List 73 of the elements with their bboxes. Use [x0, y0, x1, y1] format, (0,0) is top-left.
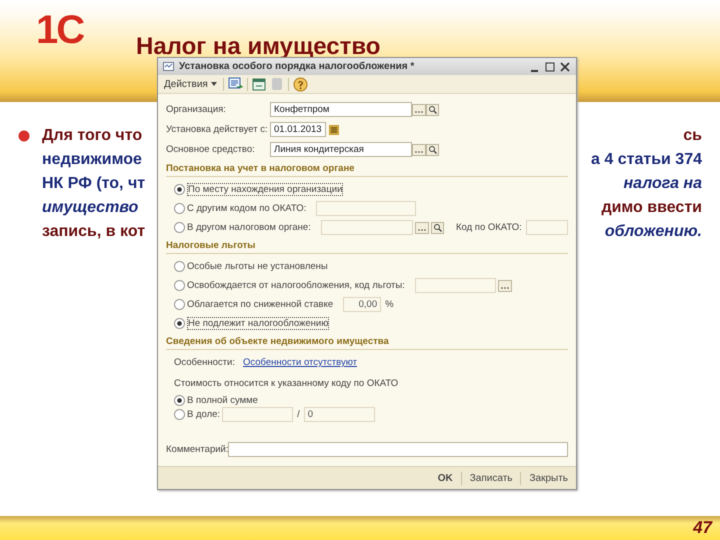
- input-field[interactable]: Линия кондитерская: [270, 142, 412, 157]
- slide-text: сь: [683, 126, 702, 146]
- option-label: Освобождается от налогообложения, код льготы:: [187, 280, 405, 291]
- radio-button[interactable]: [174, 318, 185, 329]
- slide-text: обложению.: [604, 222, 702, 242]
- option-label: Облагается по сниженной ставке: [187, 299, 334, 310]
- input-field[interactable]: 0,00: [343, 297, 382, 312]
- section-title: Налоговые льготы: [166, 237, 568, 254]
- search-icon[interactable]: [431, 222, 444, 234]
- field-label: Установка действует с:: [166, 124, 269, 135]
- option-label: В доле:: [187, 408, 220, 420]
- field-label: Комментарий:: [166, 444, 228, 455]
- slide-text: недвижимое: [42, 150, 142, 170]
- radio-button[interactable]: [174, 222, 185, 233]
- window-title: Установка особого порядка налогообложения *: [179, 61, 414, 72]
- option-label: В другом налоговом органе:: [187, 222, 311, 233]
- dialog-button[interactable]: OK: [436, 472, 455, 484]
- actions-menu[interactable]: Действия: [162, 78, 219, 90]
- input-field[interactable]: [526, 220, 568, 235]
- slide-text: Для того что: [42, 126, 142, 146]
- search-icon[interactable]: [426, 144, 439, 156]
- input-field[interactable]: Конфетпром: [270, 102, 412, 117]
- unit-label: %: [385, 299, 394, 310]
- close-icon[interactable]: [560, 62, 570, 72]
- comment-field[interactable]: [228, 442, 568, 457]
- radio-button[interactable]: [174, 203, 185, 214]
- input-field[interactable]: [414, 278, 496, 293]
- input-field[interactable]: [316, 201, 416, 216]
- slide-title: Налог на имущество: [136, 36, 382, 58]
- separator-label: /: [297, 408, 300, 420]
- calendar-icon[interactable]: [328, 124, 340, 136]
- radio-button[interactable]: [174, 394, 185, 406]
- slide-text: налога на: [623, 174, 702, 194]
- window-icon[interactable]: [252, 78, 266, 90]
- slide-text: имущество: [42, 198, 138, 218]
- field-label: Особенности:: [174, 357, 235, 368]
- input-field[interactable]: 01.01.2013: [270, 122, 326, 137]
- window-icon: [163, 62, 174, 71]
- slide-text: НК РФ (то, чт: [42, 174, 146, 194]
- field-label: Код по ОКАТО:: [456, 222, 522, 233]
- slide-text: димо ввести: [601, 198, 702, 218]
- maximize-icon[interactable]: [545, 62, 555, 72]
- logo: 1С: [36, 10, 85, 50]
- section-title: Постановка на учет в налоговом органе: [166, 160, 568, 177]
- caret-icon: [210, 82, 217, 86]
- radio-button[interactable]: [174, 184, 185, 195]
- field-label: Основное средство:: [166, 144, 256, 155]
- dialog-button[interactable]: Записать: [468, 472, 514, 484]
- help-icon[interactable]: [292, 76, 308, 92]
- link[interactable]: Особенности отсутствуют: [242, 357, 357, 368]
- radio-button[interactable]: [174, 408, 185, 420]
- page-number: 47: [693, 518, 712, 538]
- field-label: Организация:: [166, 104, 227, 115]
- search-icon[interactable]: [426, 104, 439, 116]
- option-label: Не подлежит налогообложению: [187, 317, 330, 330]
- option-label: По месту нахождения организации: [187, 183, 344, 196]
- list-icon[interactable]: [228, 77, 243, 91]
- input-field[interactable]: [320, 220, 414, 235]
- input-field[interactable]: 0: [304, 406, 375, 422]
- radio-button[interactable]: [174, 280, 185, 291]
- ellipsis-icon[interactable]: [498, 280, 512, 292]
- slide-text: а 4 статьи 374: [591, 150, 702, 170]
- label: Стоимость относится к указанному коду по ОКАТО: [173, 377, 400, 391]
- option-label: С другим кодом по ОКАТО:: [187, 203, 306, 214]
- option-label: В полной сумме: [187, 394, 258, 406]
- radio-button[interactable]: [174, 261, 185, 272]
- option-label: Особые льготы не установлены: [187, 261, 328, 272]
- input-field[interactable]: [222, 406, 294, 422]
- bullet-icon: [18, 130, 30, 142]
- section-title: Сведения об объекте недвижимого имущества: [166, 333, 568, 350]
- dialog-button[interactable]: Закрыть: [527, 472, 570, 484]
- radio-button[interactable]: [174, 299, 185, 310]
- slide-text: запись, в кот: [42, 222, 146, 242]
